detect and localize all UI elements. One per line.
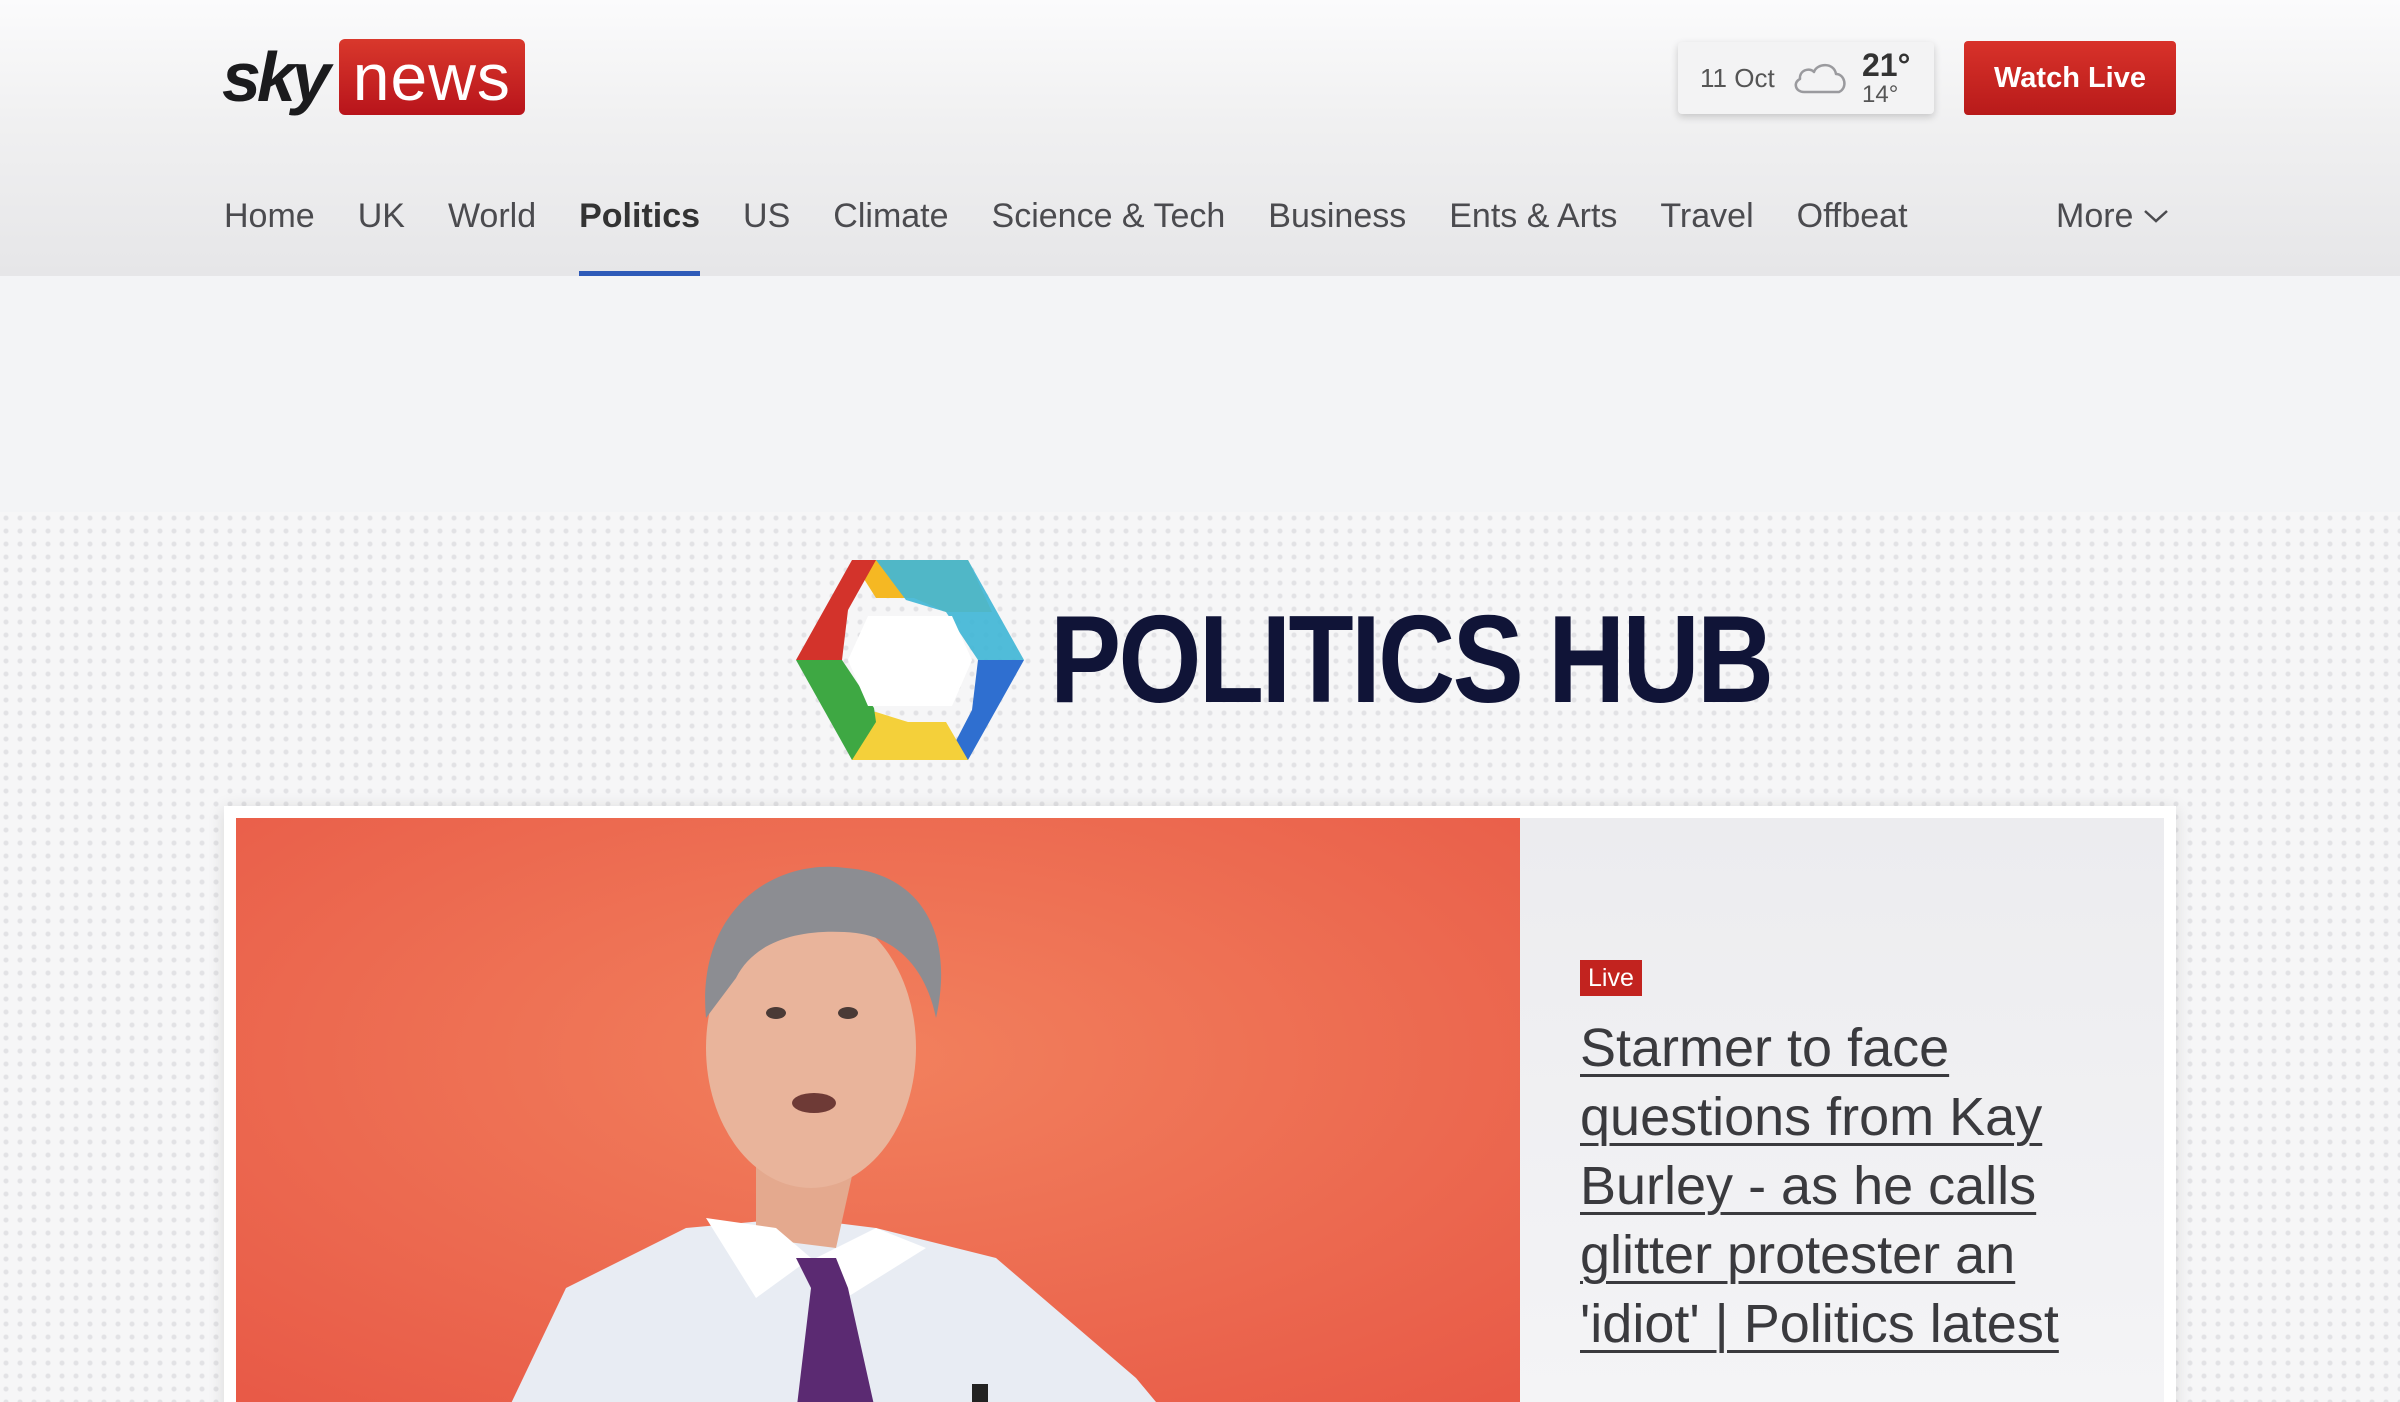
- nav-item-science-tech[interactable]: Science & Tech: [992, 190, 1226, 276]
- nav-more-label: More: [2056, 197, 2134, 235]
- weather-temps: 21° 14°: [1862, 49, 1910, 107]
- featured-story-text: Live Starmer to face questions from Kay …: [1520, 818, 2164, 1402]
- weather-widget[interactable]: 11 Oct 21° 14°: [1678, 42, 1934, 114]
- weather-date: 11 Oct: [1700, 62, 1775, 93]
- featured-story-card[interactable]: Live Starmer to face questions from Kay …: [224, 806, 2176, 1402]
- logo-sky-text: sky: [222, 38, 331, 116]
- nav-item-business[interactable]: Business: [1268, 190, 1406, 276]
- nav-item-home[interactable]: Home: [224, 190, 315, 276]
- featured-headline-link[interactable]: Starmer to face questions from Kay Burle…: [1580, 1014, 2140, 1359]
- nav-item-climate[interactable]: Climate: [833, 190, 948, 276]
- nav-item-uk[interactable]: UK: [358, 190, 405, 276]
- featured-story-image[interactable]: [236, 818, 1520, 1402]
- logo-news-text: news: [338, 39, 525, 115]
- hexagon-logo-icon: [796, 560, 1024, 760]
- hub-title: POLITICS HUB: [1050, 591, 1774, 729]
- politics-hub-logo: POLITICS HUB: [796, 560, 1889, 760]
- site-header: sky news 11 Oct 21° 14° Watch Live Home …: [0, 0, 2400, 276]
- cloud-icon: [1794, 63, 1846, 94]
- sky-news-logo[interactable]: sky news: [222, 38, 525, 116]
- nav-item-politics[interactable]: Politics: [579, 190, 700, 276]
- nav-item-us[interactable]: US: [743, 190, 790, 276]
- ad-placeholder: [0, 276, 2400, 512]
- main-nav: Home UK World Politics US Climate Scienc…: [224, 190, 1951, 276]
- live-badge: Live: [1580, 960, 1642, 996]
- nav-item-ents-arts[interactable]: Ents & Arts: [1449, 190, 1617, 276]
- nav-item-offbeat[interactable]: Offbeat: [1797, 190, 1908, 276]
- watch-live-button[interactable]: Watch Live: [1964, 41, 2176, 115]
- weather-low: 14°: [1862, 81, 1899, 108]
- weather-high: 21°: [1862, 47, 1911, 83]
- nav-item-world[interactable]: World: [448, 190, 536, 276]
- nav-item-travel[interactable]: Travel: [1660, 190, 1753, 276]
- chevron-down-icon: [2144, 210, 2169, 223]
- nav-more-menu[interactable]: More: [2056, 190, 2169, 242]
- speaker-photo-icon: [236, 818, 1520, 1402]
